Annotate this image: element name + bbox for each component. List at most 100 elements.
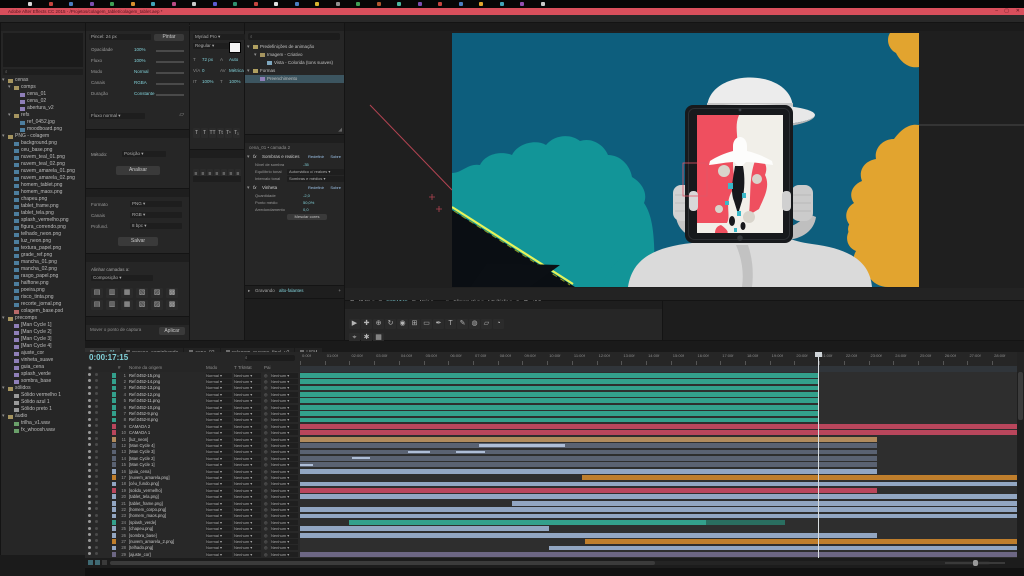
apply-button[interactable]: Aplicar xyxy=(159,327,185,335)
layer-parent-dropdown[interactable]: Nenhum ▾ xyxy=(271,520,298,525)
app-icon-14[interactable] xyxy=(295,2,299,6)
layer-trkmat-dropdown[interactable]: Nenhum ▾ xyxy=(234,507,261,512)
project-item[interactable]: chapeu.png xyxy=(1,196,85,203)
layer-name[interactable]: [luz_neon] xyxy=(129,437,148,442)
app-icon-6[interactable] xyxy=(131,2,135,6)
vertical-scrollbar-thumb[interactable] xyxy=(1018,372,1023,420)
layer-mode-dropdown[interactable]: Normal ▾ xyxy=(206,405,232,410)
twirl-icon[interactable]: ▾ xyxy=(2,133,5,140)
twirl-icon[interactable]: ▾ xyxy=(2,385,5,392)
layer-eye-icon[interactable] xyxy=(88,411,91,414)
about-link[interactable]: Sobre xyxy=(330,154,341,159)
effect-property-button[interactable]: Mesclar cores xyxy=(287,214,327,220)
layer-label-swatch[interactable] xyxy=(112,450,116,455)
layer-lock-icon[interactable] xyxy=(95,552,98,555)
layer-trkmat-dropdown[interactable]: Nenhum ▾ xyxy=(234,449,261,454)
project-search-input[interactable]: ⌕ xyxy=(3,69,83,75)
layer-name[interactable]: [nuvem_amarela.png] xyxy=(129,475,170,480)
reset-link[interactable]: Redefinir xyxy=(308,154,324,159)
layer-parent-dropdown[interactable]: Nenhum ▾ xyxy=(271,501,298,506)
layer-label-swatch[interactable] xyxy=(112,533,116,538)
twirl-icon[interactable]: ▾ xyxy=(247,154,250,160)
layer-name[interactable]: [céu_fundo.png] xyxy=(129,481,159,486)
layer-lock-icon[interactable] xyxy=(95,527,98,530)
project-item[interactable]: risco_tinta.png xyxy=(1,294,85,301)
layer-parent-dropdown[interactable]: Nenhum ▾ xyxy=(271,494,298,499)
metric-value[interactable]: Métrica xyxy=(229,68,244,73)
layer-label-swatch[interactable] xyxy=(112,514,116,519)
project-item[interactable]: Sólido azul 1 xyxy=(1,399,85,406)
layer-mode-dropdown[interactable]: Normal ▾ xyxy=(206,417,232,422)
layer-eye-icon[interactable] xyxy=(88,463,91,466)
project-item[interactable]: luz_neon.png xyxy=(1,238,85,245)
layer-lock-icon[interactable] xyxy=(95,463,98,466)
project-item[interactable]: background.png xyxy=(1,140,85,147)
current-timecode[interactable]: 0:00:17:15 xyxy=(89,353,128,363)
layer-eye-icon[interactable] xyxy=(88,527,91,530)
layer-mode-dropdown[interactable]: Normal ▾ xyxy=(206,501,232,506)
layer-parent-dropdown[interactable]: Nenhum ▾ xyxy=(271,481,298,486)
layer-eye-icon[interactable] xyxy=(88,495,91,498)
project-item[interactable]: fx_whoosh.wav xyxy=(1,427,85,434)
layer-duration-bar[interactable] xyxy=(300,456,877,461)
layer-name[interactable]: [Man Cycle 2] xyxy=(129,456,155,461)
layer-lock-icon[interactable] xyxy=(95,418,98,421)
layer-parent-dropdown[interactable]: Nenhum ▾ xyxy=(271,526,298,531)
layer-lock-icon[interactable] xyxy=(95,411,98,414)
layer-duration-bar[interactable] xyxy=(300,386,818,391)
layer-parent-dropdown[interactable]: Nenhum ▾ xyxy=(271,475,298,480)
layer-eye-icon[interactable] xyxy=(88,405,91,408)
parent-pickwhip-icon[interactable]: ◎ xyxy=(264,520,268,525)
eraser-icon[interactable]: ▱ xyxy=(179,111,184,118)
project-item[interactable]: abertura_v2 xyxy=(1,105,85,112)
layer-trkmat-dropdown[interactable]: Nenhum ▾ xyxy=(234,501,261,506)
layer-mode-dropdown[interactable]: Normal ▾ xyxy=(206,469,232,474)
parent-pickwhip-icon[interactable]: ◎ xyxy=(264,533,268,538)
layer-eye-icon[interactable] xyxy=(88,488,91,491)
layer-parent-dropdown[interactable]: Nenhum ▾ xyxy=(271,552,298,557)
layer-eye-icon[interactable] xyxy=(88,418,91,421)
layer-duration-bar[interactable] xyxy=(300,482,1017,487)
app-icon-1[interactable] xyxy=(28,2,32,6)
app-icon-26[interactable] xyxy=(541,2,545,6)
layer-trkmat-dropdown[interactable]: Nenhum ▾ xyxy=(234,545,261,550)
paint-property-slider[interactable] xyxy=(156,72,184,74)
project-item[interactable]: halftone.png xyxy=(1,280,85,287)
layer-label-swatch[interactable] xyxy=(112,482,116,487)
layer-trkmat-dropdown[interactable]: Nenhum ▾ xyxy=(234,456,261,461)
layer-duration-bar[interactable] xyxy=(300,379,818,384)
layer-eye-icon[interactable] xyxy=(88,450,91,453)
layer-label-swatch[interactable] xyxy=(112,494,116,499)
layer-lock-icon[interactable] xyxy=(95,482,98,485)
layer-parent-dropdown[interactable]: Nenhum ▾ xyxy=(271,456,298,461)
effect-property-value[interactable]: -35 xyxy=(303,162,309,167)
layer-eye-icon[interactable] xyxy=(88,514,91,517)
app-icon-12[interactable] xyxy=(254,2,258,6)
add-icon[interactable]: + xyxy=(338,288,341,294)
layer-label-swatch[interactable] xyxy=(112,386,116,391)
layer-label-swatch[interactable] xyxy=(112,507,116,512)
effect-group-header[interactable]: ▾fxSombras e realcesRedefinirSobre xyxy=(245,153,344,161)
app-icon-24[interactable] xyxy=(500,2,504,6)
parent-pickwhip-icon[interactable]: ◎ xyxy=(264,469,268,474)
layer-name[interactable]: [Man Cycle 4] xyxy=(129,443,155,448)
output-dropdown[interactable]: 8 bpc ▾ xyxy=(130,223,182,229)
save-button[interactable]: Salvar xyxy=(118,237,158,246)
nested-keyframe-bar[interactable] xyxy=(456,451,485,453)
layer-label-swatch[interactable] xyxy=(112,398,116,403)
app-icon-21[interactable] xyxy=(438,2,442,6)
app-icon-23[interactable] xyxy=(479,2,483,6)
layer-name[interactable]: [solido_vermelho] xyxy=(129,488,162,493)
layer-lock-icon[interactable] xyxy=(95,475,98,478)
layer-name[interactable]: [ajuste_cor] xyxy=(129,552,151,557)
effect-property-value[interactable]: 0,0 xyxy=(303,207,309,212)
layer-eye-icon[interactable] xyxy=(88,424,91,427)
align-button[interactable]: ▥ xyxy=(106,300,118,310)
paint-property-value[interactable]: Constante xyxy=(134,91,155,96)
layer-duration-bar[interactable] xyxy=(300,373,818,378)
app-icon-9[interactable] xyxy=(192,2,196,6)
project-item[interactable]: splash_vermelho.png xyxy=(1,217,85,224)
align-button[interactable]: ▨ xyxy=(151,288,163,298)
project-item[interactable]: mancha_02.png xyxy=(1,266,85,273)
layer-label-swatch[interactable] xyxy=(112,462,116,467)
